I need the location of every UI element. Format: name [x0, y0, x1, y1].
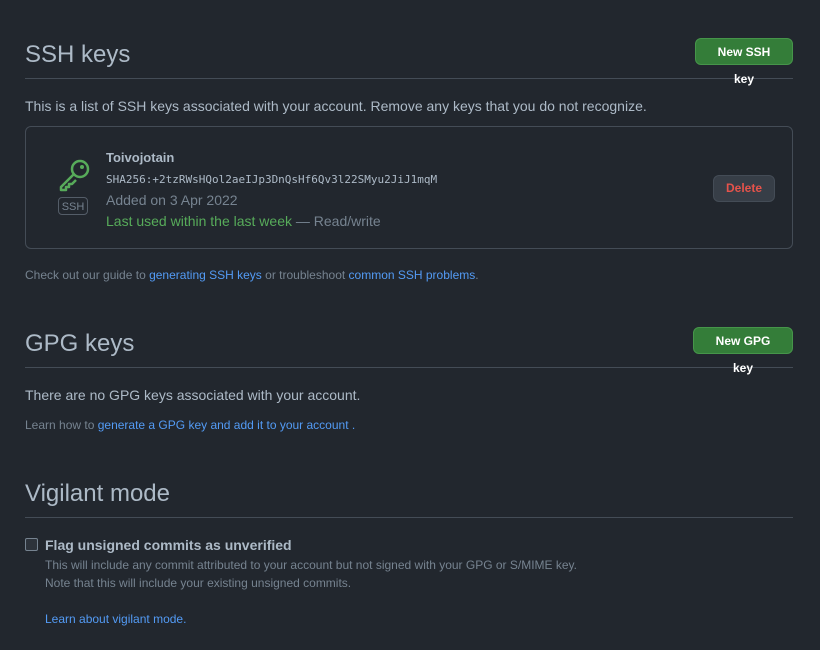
vigilant-description-1: This will include any commit attributed … — [45, 558, 578, 572]
ssh-guide-prefix: Check out our guide to — [25, 268, 150, 282]
vigilant-mode-title: Vigilant mode — [25, 480, 170, 507]
gpg-empty-message: There are no GPG keys associated with yo… — [25, 387, 361, 403]
generate-gpg-key-link[interactable]: generate a GPG key and add it to your ac… — [98, 418, 349, 432]
flag-unsigned-label[interactable]: Flag unsigned commits as unverified — [45, 537, 292, 553]
gpg-learn-prefix: Learn how to — [25, 418, 98, 432]
ssh-key-added-date: Added on 3 Apr 2022 — [106, 192, 238, 208]
ssh-keys-description: This is a list of SSH keys associated wi… — [25, 98, 647, 114]
new-gpg-key-button[interactable]: New GPG key — [693, 327, 793, 375]
ssh-key-last-used: Last used within the last week — [106, 213, 292, 229]
ssh-badge: SSH — [58, 197, 88, 215]
new-ssh-key-button[interactable]: New SSH key — [695, 38, 793, 86]
gpg-learn-text: Learn how to generate a GPG key and add … — [25, 418, 355, 432]
vigilant-description-2: Note that this will include your existin… — [45, 576, 352, 590]
ssh-key-item: SSH Toivojotain SHA256:+2tzRWsHQol2aeIJp… — [25, 126, 793, 249]
vigilant-mode-header: Vigilant mode — [25, 477, 793, 518]
ssh-keys-title: SSH keys — [25, 41, 131, 68]
ssh-guide-suffix: . — [475, 268, 479, 282]
ssh-keys-header: SSH keys New SSH key — [25, 38, 793, 86]
learn-vigilant-mode-link[interactable]: Learn about vigilant mode. — [45, 612, 186, 626]
ssh-key-access: — Read/write — [292, 213, 381, 229]
common-ssh-problems-link[interactable]: common SSH problems — [349, 268, 476, 282]
flag-unsigned-checkbox[interactable] — [25, 538, 38, 551]
generating-ssh-keys-link[interactable]: generating SSH keys — [149, 268, 262, 282]
ssh-key-usage: Last used within the last week — Read/wr… — [106, 213, 381, 229]
ssh-key-fingerprint: SHA256:+2tzRWsHQol2aeIJp3DnQsHf6Qv3l22SM… — [106, 173, 438, 186]
ssh-guide-middle: or troubleshoot — [261, 268, 349, 282]
gpg-keys-header: GPG keys New GPG key — [25, 327, 793, 375]
gpg-keys-title: GPG keys — [25, 330, 135, 357]
ssh-key-title: Toivojotain — [106, 150, 175, 165]
key-icon — [59, 159, 90, 192]
delete-ssh-key-button[interactable]: Delete — [713, 175, 775, 202]
gpg-learn-suffix: . — [348, 418, 356, 432]
ssh-guide-text: Check out our guide to generating SSH ke… — [25, 268, 479, 282]
